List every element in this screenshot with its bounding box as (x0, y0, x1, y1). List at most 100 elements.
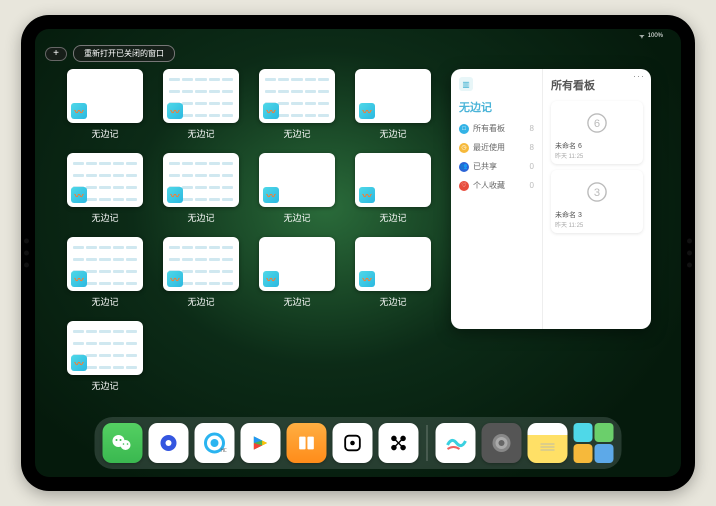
window-thumbnail[interactable]: 〰 (67, 321, 143, 375)
window-tile[interactable]: 〰无边记 (65, 153, 145, 229)
freeform-app-icon: 〰 (71, 103, 87, 119)
window-label: 无边记 (283, 211, 310, 224)
sidebar-item-label: 最近使用 (473, 142, 505, 153)
panel-boards: 所有看板 6未命名 6昨天 11:253未命名 3昨天 11:25 (543, 69, 651, 329)
window-tile[interactable]: 〰无边记 (257, 237, 337, 313)
window-label: 无边记 (379, 127, 406, 140)
freeform-app-icon: 〰 (263, 187, 279, 203)
window-label: 无边记 (91, 211, 118, 224)
panel-sidebar: ▥ 无边记 □所有看板8◷最近使用8👥已共享0♡个人收藏0 (451, 69, 543, 329)
window-label: 无边记 (283, 127, 310, 140)
dock-app-play[interactable] (241, 423, 281, 463)
window-label: 无边记 (187, 295, 214, 308)
freeform-app-icon: 〰 (167, 103, 183, 119)
dock: HD (95, 417, 622, 469)
window-thumbnail[interactable]: 〰 (163, 69, 239, 123)
freeform-app-icon: 〰 (71, 187, 87, 203)
windows-grid: 〰无边记〰无边记〰无边记〰无边记〰无边记〰无边记〰无边记〰无边记〰无边记〰无边记… (65, 69, 433, 415)
freeform-app-icon: 〰 (71, 355, 87, 371)
window-tile[interactable]: 〰无边记 (257, 69, 337, 145)
sidebar-item-label: 个人收藏 (473, 180, 505, 191)
window-thumbnail[interactable]: 〰 (67, 69, 143, 123)
window-thumbnail[interactable]: 〰 (355, 69, 431, 123)
board-name: 未命名 6 (555, 141, 639, 151)
window-tile[interactable]: 〰无边记 (257, 153, 337, 229)
freeform-app-icon: 〰 (359, 187, 375, 203)
window-tile[interactable]: 〰无边记 (65, 237, 145, 313)
battery-label: 100% (648, 33, 663, 39)
sidebar-item-count: 0 (530, 181, 534, 190)
dock-app-wechat[interactable] (103, 423, 143, 463)
sidebar-item-label: 所有看板 (473, 123, 505, 134)
window-label: 无边记 (379, 211, 406, 224)
window-label: 无边记 (91, 295, 118, 308)
window-tile[interactable]: 〰无边记 (161, 153, 241, 229)
app-switcher-panel[interactable]: ··· ▥ 无边记 □所有看板8◷最近使用8👥已共享0♡个人收藏0 所有看板 6… (451, 69, 651, 329)
window-thumbnail[interactable]: 〰 (259, 237, 335, 291)
sidebar-item[interactable]: ♡ 个人收藏 0 (459, 180, 534, 191)
freeform-app-icon: 〰 (167, 271, 183, 287)
sidebar-item[interactable]: □ 所有看板 8 (459, 123, 534, 134)
window-thumbnail[interactable]: 〰 (163, 153, 239, 207)
freeform-app-icon: 〰 (71, 271, 87, 287)
freeform-app-icon: 〰 (263, 271, 279, 287)
sidebar-item-icon: ◷ (459, 143, 469, 153)
window-label: 无边记 (187, 127, 214, 140)
dock-app-qqbrowser[interactable]: HD (195, 423, 235, 463)
freeform-app-icon: 〰 (167, 187, 183, 203)
status-bar: ᯤ 100% (639, 32, 663, 40)
freeform-app-icon: 〰 (263, 103, 279, 119)
board-subtitle: 昨天 11:25 (555, 220, 639, 229)
window-tile[interactable]: 〰无边记 (161, 237, 241, 313)
window-tile[interactable]: 〰无边记 (65, 69, 145, 145)
window-thumbnail[interactable]: 〰 (355, 237, 431, 291)
panel-right-title: 所有看板 (551, 77, 643, 93)
window-tile[interactable]: 〰无边记 (353, 69, 433, 145)
dock-app-library[interactable] (574, 423, 614, 463)
sidebar-item-icon: 👥 (459, 162, 469, 172)
window-thumbnail[interactable]: 〰 (355, 153, 431, 207)
new-window-button[interactable]: + (45, 47, 67, 61)
window-label: 无边记 (379, 295, 406, 308)
board-card[interactable]: 3未命名 3昨天 11:25 (551, 170, 643, 233)
dock-app-freeform[interactable] (436, 423, 476, 463)
window-thumbnail[interactable]: 〰 (259, 69, 335, 123)
sidebar-item-icon: □ (459, 124, 469, 134)
dock-app-notes[interactable] (528, 423, 568, 463)
reopen-closed-window-button[interactable]: 重新打开已关闭的窗口 (73, 45, 175, 62)
window-thumbnail[interactable]: 〰 (259, 153, 335, 207)
sidebar-item-count: 8 (530, 143, 534, 152)
sidebar-item[interactable]: 👥 已共享 0 (459, 161, 534, 172)
window-tile[interactable]: 〰无边记 (353, 237, 433, 313)
sidebar-item-label: 已共享 (473, 161, 497, 172)
sidebar-item-icon: ♡ (459, 181, 469, 191)
dock-app-books[interactable] (287, 423, 327, 463)
ipad-device: ᯤ 100% + 重新打开已关闭的窗口 〰无边记〰无边记〰无边记〰无边记〰无边记… (21, 15, 695, 491)
dock-app-quark[interactable] (149, 423, 189, 463)
window-label: 无边记 (91, 127, 118, 140)
svg-text:HD: HD (221, 448, 227, 454)
window-thumbnail[interactable]: 〰 (67, 237, 143, 291)
sidebar-icon: ▥ (459, 77, 473, 91)
window-tile[interactable]: 〰无边记 (353, 153, 433, 229)
sidebar-item-count: 0 (530, 162, 534, 171)
board-thumbnail: 3 (555, 174, 639, 210)
window-thumbnail[interactable]: 〰 (163, 237, 239, 291)
wifi-icon: ᯤ (639, 32, 644, 40)
sidebar-item[interactable]: ◷ 最近使用 8 (459, 142, 534, 153)
dock-app-settings[interactable] (482, 423, 522, 463)
board-card[interactable]: 6未命名 6昨天 11:25 (551, 101, 643, 164)
window-tile[interactable]: 〰无边记 (161, 69, 241, 145)
board-thumbnail: 6 (555, 105, 639, 141)
dock-app-connect[interactable] (379, 423, 419, 463)
panel-more-icon[interactable]: ··· (633, 71, 645, 81)
sidebar-item-count: 8 (530, 124, 534, 133)
board-subtitle: 昨天 11:25 (555, 151, 639, 160)
board-name: 未命名 3 (555, 210, 639, 220)
freeform-app-icon: 〰 (359, 103, 375, 119)
freeform-app-icon: 〰 (359, 271, 375, 287)
dock-divider (427, 425, 428, 461)
dock-app-dice[interactable] (333, 423, 373, 463)
window-tile[interactable]: 〰无边记 (65, 321, 145, 397)
window-thumbnail[interactable]: 〰 (67, 153, 143, 207)
